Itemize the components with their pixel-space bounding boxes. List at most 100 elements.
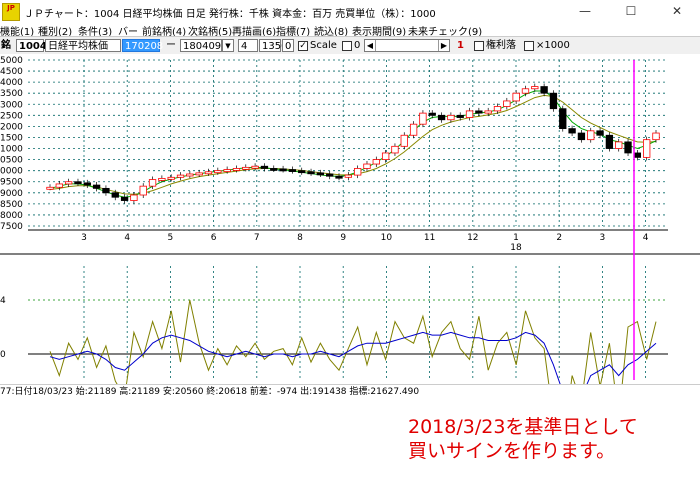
candle [465,110,474,118]
price-tick-label: 7500 [0,222,23,232]
candle [158,178,166,181]
window-title: ＪＰチャート：1004 日経平均株価 日足 発行株：千株 資本金：百万 売買単位… [24,9,436,20]
maximize-button[interactable]: ☐ [608,0,654,22]
range-dash: ー [166,40,176,51]
candle [391,145,399,154]
oscillator-tick-label: 4 [0,296,6,306]
candle [251,165,259,169]
candle [176,174,185,178]
end-date-field[interactable]: 180409 [180,39,222,52]
candle [326,173,334,177]
month-tick-label: 3 [81,233,87,243]
chart-background [0,54,700,384]
candle [521,88,530,94]
start-date-field[interactable]: 170208 [122,39,163,52]
scroll-right-icon[interactable]: ▶ [438,40,449,51]
candle [64,181,73,185]
candle [120,196,129,201]
menu-bar: 機能(1) 種別(2) 条件(3) バー 前銘柄(4) 次銘柄(5) 再描画(6… [0,22,700,38]
candle [409,123,418,136]
candle [260,165,269,169]
offset-field[interactable]: 0 [282,39,294,52]
candle [167,176,175,180]
candle [232,168,241,171]
candle [214,170,222,174]
price-tick-label: 3000 [0,100,23,110]
candle [549,92,558,110]
scale-value: 0 [354,40,361,51]
candle [270,168,278,171]
stock-chart[interactable]: 5000450040003500300025002000150010000500… [0,54,700,384]
month-tick-label: 12 [467,233,478,243]
price-tick-label: 0000 [0,167,23,177]
price-tick-label: 2500 [0,111,23,121]
rights-checkbox[interactable] [474,41,484,51]
price-tick-label: 9000 [0,189,23,199]
candle [381,152,390,160]
month-tick-label: 5 [168,233,174,243]
candle [335,175,343,179]
candle [447,114,455,121]
month-tick-label: 9 [340,233,346,243]
candle [279,168,287,172]
stock-name-field[interactable]: 日経平均株価 [45,39,121,52]
candle [139,185,147,196]
candle [400,134,408,147]
candle [633,152,642,158]
candle [148,179,157,187]
candle [316,172,325,176]
counter-value: 1 [457,40,464,51]
scroll-bar[interactable]: ◀ ▶ [364,39,450,52]
candle [428,112,436,116]
scale-value-checkbox[interactable] [342,41,352,51]
scroll-left-icon[interactable]: ◀ [365,40,376,51]
candle [186,173,194,177]
candle [577,132,586,141]
price-tick-label: 4500 [0,67,23,77]
app-icon: JP [2,3,20,21]
rights-label: 権利落 [486,40,516,51]
month-tick-label: 4 [643,233,649,243]
candle [74,181,82,185]
candle [493,106,502,112]
price-tick-label: 1500 [0,133,23,143]
candle [615,141,623,149]
x1000-label: ×1000 [536,40,570,51]
candle [419,112,427,125]
candle [512,92,520,102]
candle [298,170,306,174]
year-label: 18 [510,243,522,253]
period-field[interactable]: 4 [238,39,258,52]
price-tick-label: 0500 [0,156,23,166]
count-field[interactable]: 1350 [259,39,287,52]
candle [353,168,362,176]
scale-checkbox[interactable]: ✓ [298,41,308,51]
candle [111,192,119,198]
close-button[interactable]: ✕ [654,0,700,22]
candle [475,110,483,114]
code-field[interactable]: 1004 [16,39,47,52]
x1000-checkbox[interactable] [524,41,534,51]
date-dropdown-icon[interactable]: ▼ [222,39,234,52]
candle [437,114,446,121]
month-tick-label: 11 [424,233,435,243]
caption-line-2: 買いサインを作ります。 [408,440,616,462]
toolbar: 銘 1004 日経平均株価 170208 ー 180409 ▼ 4 1350 0… [0,36,700,56]
candle [242,166,250,170]
month-tick-label: 6 [211,233,217,243]
price-tick-label: 3500 [0,89,23,99]
candle [568,128,576,134]
candle [503,100,511,107]
price-tick-label: 2000 [0,122,23,132]
candle [195,172,203,176]
month-tick-label: 1 [513,233,519,243]
candle [223,169,231,172]
candle [55,183,63,188]
candle [540,86,548,94]
minimize-button[interactable]: — [562,0,608,22]
candle [288,169,297,172]
price-tick-label: 8000 [0,211,23,221]
candle [605,134,614,149]
candle [307,171,315,175]
candle [363,163,371,169]
